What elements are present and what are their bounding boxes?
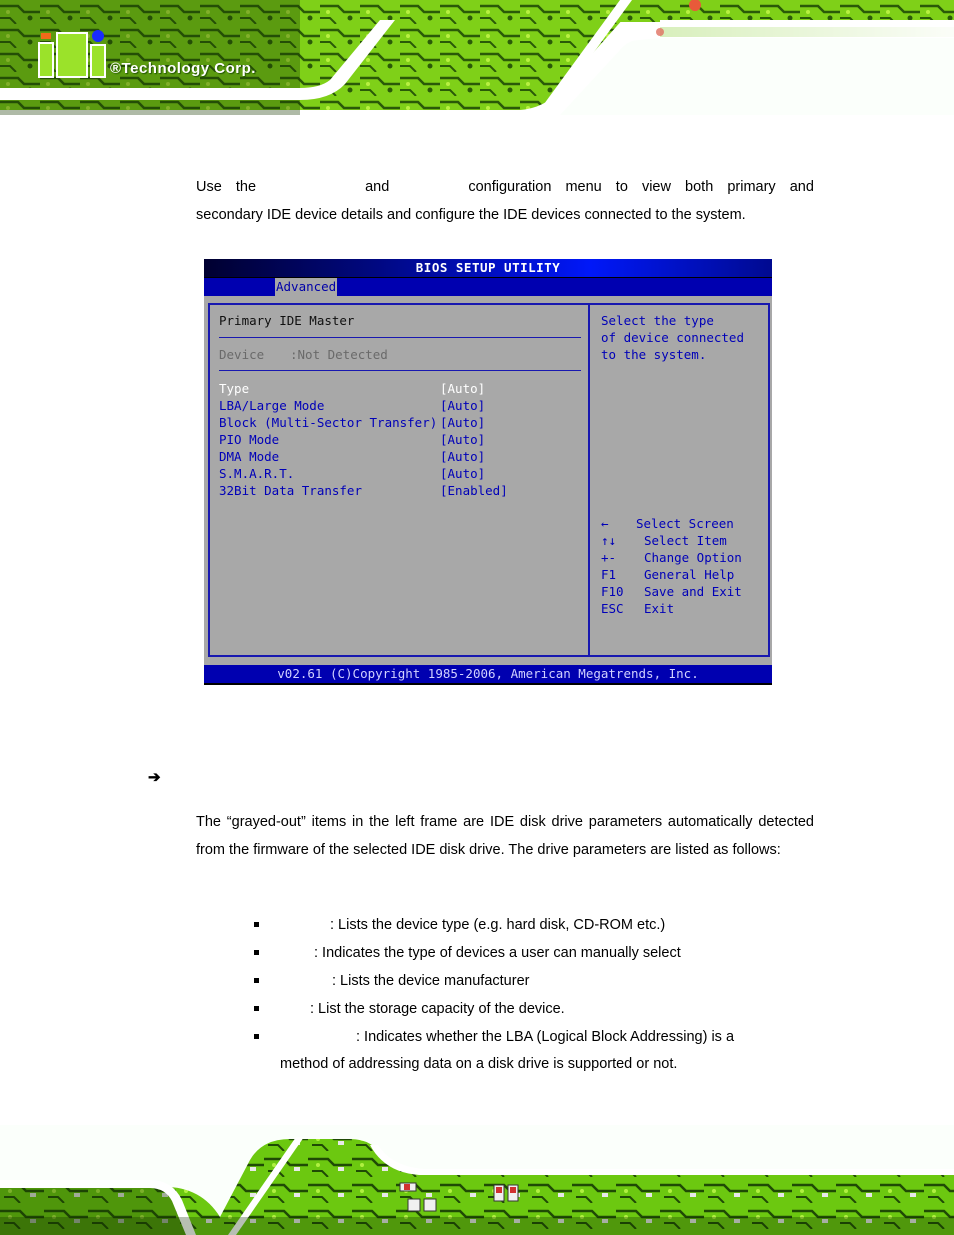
tab-advanced[interactable]: Advanced xyxy=(275,278,338,296)
circuit-board-graphic xyxy=(0,0,954,115)
setting-label[interactable]: 32Bit Data Transfer xyxy=(219,482,362,499)
list-item: : Lists the device type (e.g. hard disk,… xyxy=(254,911,814,939)
setting-label[interactable]: Type xyxy=(219,380,249,397)
page-footer-banner xyxy=(0,1125,954,1235)
list-item: : Lists the device manufacturer xyxy=(254,967,814,995)
list-item: : List the storage capacity of the devic… xyxy=(254,995,814,1023)
word: view xyxy=(641,179,671,195)
bullet-icon xyxy=(254,950,259,955)
bios-screenshot: BIOS SETUP UTILITY Advanced Primary IDE … xyxy=(204,259,772,685)
list-item-text: : Lists the device manufacturer xyxy=(332,973,530,989)
help-line: of device connected xyxy=(601,330,744,345)
bullet-icon xyxy=(254,1006,259,1011)
divider xyxy=(219,337,581,338)
key-hint-action: Exit xyxy=(644,601,675,616)
setting-label[interactable]: PIO Mode xyxy=(219,431,279,448)
key-hint-key: ESC xyxy=(601,601,624,616)
bullet-icon xyxy=(254,922,259,927)
setting-label[interactable]: Block (Multi-Sector Transfer) xyxy=(219,414,437,431)
setting-label[interactable]: LBA/Large Mode xyxy=(219,397,324,414)
arrow-right-icon: ➔ xyxy=(148,769,161,786)
setting-value[interactable]: [Auto] xyxy=(440,397,485,414)
setting-value[interactable]: [Auto] xyxy=(440,448,485,465)
iei-logo xyxy=(38,30,108,78)
word: to xyxy=(615,179,628,195)
key-hint-action: General Help xyxy=(644,567,735,582)
key-hint-action: Select Item xyxy=(644,533,727,548)
bullet-icon xyxy=(254,978,259,983)
help-line: to the system. xyxy=(601,347,707,362)
key-hint-action: Select Screen xyxy=(636,516,734,531)
bios-menu-bar: Advanced xyxy=(204,278,772,296)
list-item-text: : Indicates whether the LBA (Logical Blo… xyxy=(356,1029,735,1045)
setting-label[interactable]: S.M.A.R.T. xyxy=(219,465,294,482)
word: configuration xyxy=(468,179,552,195)
word: the xyxy=(235,179,257,195)
word: and xyxy=(365,179,390,195)
intro-line-1: Use the and configuration menu to view b… xyxy=(196,173,814,201)
page-header-banner: ®Technology Corp. xyxy=(0,0,954,115)
word: and xyxy=(789,179,814,195)
key-hint-action: Change Option xyxy=(644,550,742,565)
key-hint-key: ↑↓ xyxy=(601,533,617,548)
word: primary xyxy=(727,179,776,195)
list-item-continuation: method of addressing data on a disk driv… xyxy=(280,1056,678,1072)
bios-copyright-bar: v02.61 (C)Copyright 1985-2006, American … xyxy=(204,665,772,685)
help-line: Select the type xyxy=(601,313,714,328)
logo-accent-blue xyxy=(92,30,104,42)
setting-value[interactable]: [Auto] xyxy=(440,380,485,397)
list-item-text: : List the storage capacity of the devic… xyxy=(310,1001,565,1017)
intro-line-2: secondary IDE device details and configu… xyxy=(196,207,746,223)
setting-value[interactable]: [Auto] xyxy=(440,431,485,448)
divider xyxy=(219,370,581,371)
key-hint-key: +- xyxy=(601,550,617,565)
setting-value[interactable]: [Enabled] xyxy=(440,482,508,499)
setting-label[interactable]: DMA Mode xyxy=(219,448,279,465)
circuit-board-graphic xyxy=(0,1125,954,1235)
intro-paragraph: Use the and configuration menu to view b… xyxy=(196,173,814,229)
list-item-text: : Indicates the type of devices a user c… xyxy=(314,945,681,961)
word: menu xyxy=(565,179,602,195)
bullet-icon xyxy=(254,1034,259,1039)
word: both xyxy=(685,179,714,195)
device-value: :Not Detected xyxy=(290,347,388,362)
company-name: ®Technology Corp. xyxy=(110,60,256,77)
bios-title-bar: BIOS SETUP UTILITY xyxy=(204,259,772,278)
list-item: : Indicates whether the LBA (Logical Blo… xyxy=(254,1023,814,1051)
list-item: : Indicates the type of devices a user c… xyxy=(254,939,814,967)
key-hint-action: Save and Exit xyxy=(644,584,742,599)
word: Use xyxy=(196,179,222,195)
list-item-text: : Lists the device type (e.g. hard disk,… xyxy=(330,917,666,933)
parameter-list: : Lists the device type (e.g. hard disk,… xyxy=(254,911,814,1078)
key-hint-key: ← xyxy=(601,516,609,531)
setting-value[interactable]: [Auto] xyxy=(440,465,485,482)
key-hint-key: F10 xyxy=(601,584,624,599)
body-paragraph: The “grayed-out” items in the left frame… xyxy=(196,814,814,858)
logo-accent-orange xyxy=(41,33,51,39)
setting-value[interactable]: [Auto] xyxy=(440,414,485,431)
device-label: Device xyxy=(219,347,265,362)
key-hint-key: F1 xyxy=(601,567,617,582)
bios-section-title: Primary IDE Master xyxy=(219,313,355,328)
